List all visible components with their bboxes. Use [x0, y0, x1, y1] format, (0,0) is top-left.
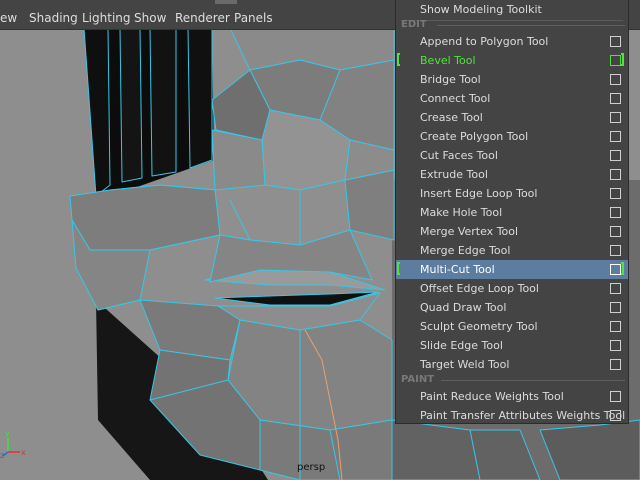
- menu-item-paint-reduce-weights-tool[interactable]: Paint Reduce Weights Tool: [396, 387, 628, 406]
- menu-item-label: Make Hole Tool: [420, 206, 503, 219]
- recent-tool-right-bracket-icon: [621, 262, 624, 275]
- option-box-icon[interactable]: [610, 55, 621, 66]
- menu-item-label: Insert Edge Loop Tool: [420, 187, 538, 200]
- menu-item-paint-transfer-attributes-weights-tool[interactable]: Paint Transfer Attributes Weights Tool: [396, 406, 628, 425]
- menu-item-label: Sculpt Geometry Tool: [420, 320, 538, 333]
- option-box-icon[interactable]: [610, 131, 621, 142]
- menu-item-label: Slide Edge Tool: [420, 339, 503, 352]
- option-box-icon[interactable]: [610, 36, 621, 47]
- menu-item-merge-edge-tool[interactable]: Merge Edge Tool: [396, 241, 628, 260]
- menu-view[interactable]: ew: [0, 0, 17, 29]
- menu-item-cut-faces-tool[interactable]: Cut Faces Tool: [396, 146, 628, 165]
- menu-item-label: Extrude Tool: [420, 168, 488, 181]
- menu-item-crease-tool[interactable]: Crease Tool: [396, 108, 628, 127]
- option-box-icon[interactable]: [610, 410, 621, 421]
- menu-item-create-polygon-tool[interactable]: Create Polygon Tool: [396, 127, 628, 146]
- option-box-icon[interactable]: [610, 169, 621, 180]
- menu-item-label: Cut Faces Tool: [420, 149, 498, 162]
- section-divider: [441, 380, 625, 381]
- menu-item-insert-edge-loop-tool[interactable]: Insert Edge Loop Tool: [396, 184, 628, 203]
- option-box-icon[interactable]: [610, 340, 621, 351]
- axis-x-label: x: [21, 448, 26, 457]
- menu-item-slide-edge-tool[interactable]: Slide Edge Tool: [396, 336, 628, 355]
- section-header-paint: PAINT: [401, 373, 625, 387]
- menu-show[interactable]: Show: [134, 0, 166, 29]
- option-box-icon[interactable]: [610, 150, 621, 161]
- menu-item-label: Bevel Tool: [420, 54, 476, 67]
- section-header-edit: EDIT: [401, 18, 625, 32]
- menu-item-label: Paint Reduce Weights Tool: [420, 390, 564, 403]
- menu-item-label: Quad Draw Tool: [420, 301, 507, 314]
- menu-item-label: Crease Tool: [420, 111, 483, 124]
- menu-item-append-to-polygon-tool[interactable]: Append to Polygon Tool: [396, 32, 628, 51]
- menu-item-label: Append to Polygon Tool: [420, 35, 549, 48]
- menu-item-show-modeling-toolkit[interactable]: Show Modeling Toolkit: [396, 0, 628, 19]
- menu-item-target-weld-tool[interactable]: Target Weld Tool: [396, 355, 628, 374]
- menu-item-label: Merge Edge Tool: [420, 244, 511, 257]
- menu-lighting[interactable]: Lighting: [82, 0, 131, 29]
- menu-item-multi-cut-tool[interactable]: Multi-Cut Tool: [396, 260, 628, 279]
- option-box-icon[interactable]: [610, 93, 621, 104]
- menu-item-merge-vertex-tool[interactable]: Merge Vertex Tool: [396, 222, 628, 241]
- option-box-icon[interactable]: [610, 302, 621, 313]
- option-box-icon[interactable]: [610, 112, 621, 123]
- section-divider: [437, 25, 625, 26]
- option-box-icon[interactable]: [610, 226, 621, 237]
- section-title: PAINT: [401, 374, 435, 385]
- option-box-icon[interactable]: [610, 207, 621, 218]
- recent-tool-left-bracket-icon: [397, 262, 400, 275]
- option-box-icon[interactable]: [610, 391, 621, 402]
- option-box-icon[interactable]: [610, 359, 621, 370]
- option-box-icon[interactable]: [610, 264, 621, 275]
- menu-item-quad-draw-tool[interactable]: Quad Draw Tool: [396, 298, 628, 317]
- option-box-icon[interactable]: [610, 283, 621, 294]
- recent-tool-right-bracket-icon: [621, 53, 624, 66]
- option-box-icon[interactable]: [610, 188, 621, 199]
- menu-panels[interactable]: Panels: [234, 0, 273, 29]
- menu-item-label: Offset Edge Loop Tool: [420, 282, 539, 295]
- axis-y-label: y: [5, 429, 10, 438]
- option-box-icon[interactable]: [610, 74, 621, 85]
- axis-gizmo-icon: y x z: [0, 429, 26, 458]
- menu-item-label: Paint Transfer Attributes Weights Tool: [420, 409, 626, 422]
- menu-item-label: Show Modeling Toolkit: [420, 3, 542, 16]
- recent-tool-left-bracket-icon: [397, 53, 400, 66]
- menu-item-label: Multi-Cut Tool: [420, 263, 495, 276]
- menu-item-extrude-tool[interactable]: Extrude Tool: [396, 165, 628, 184]
- menu-item-bevel-tool[interactable]: Bevel Tool: [396, 51, 628, 70]
- tool-popup-menu: Show Modeling Toolkit EDIT Append to Pol…: [395, 0, 629, 424]
- menu-item-label: Target Weld Tool: [420, 358, 510, 371]
- menu-item-label: Create Polygon Tool: [420, 130, 529, 143]
- menu-shading[interactable]: Shading: [29, 0, 78, 29]
- menu-item-connect-tool[interactable]: Connect Tool: [396, 89, 628, 108]
- option-box-icon[interactable]: [610, 321, 621, 332]
- camera-label: persp: [297, 462, 326, 473]
- menu-item-label: Merge Vertex Tool: [420, 225, 519, 238]
- menu-renderer[interactable]: Renderer: [175, 0, 230, 29]
- section-title: EDIT: [401, 19, 427, 30]
- menu-item-sculpt-geometry-tool[interactable]: Sculpt Geometry Tool: [396, 317, 628, 336]
- menu-item-make-hole-tool[interactable]: Make Hole Tool: [396, 203, 628, 222]
- menu-item-label: Bridge Tool: [420, 73, 481, 86]
- menu-item-offset-edge-loop-tool[interactable]: Offset Edge Loop Tool: [396, 279, 628, 298]
- menu-item-label: Connect Tool: [420, 92, 491, 105]
- axis-z-label: z: [0, 451, 4, 458]
- menu-item-bridge-tool[interactable]: Bridge Tool: [396, 70, 628, 89]
- option-box-icon[interactable]: [610, 245, 621, 256]
